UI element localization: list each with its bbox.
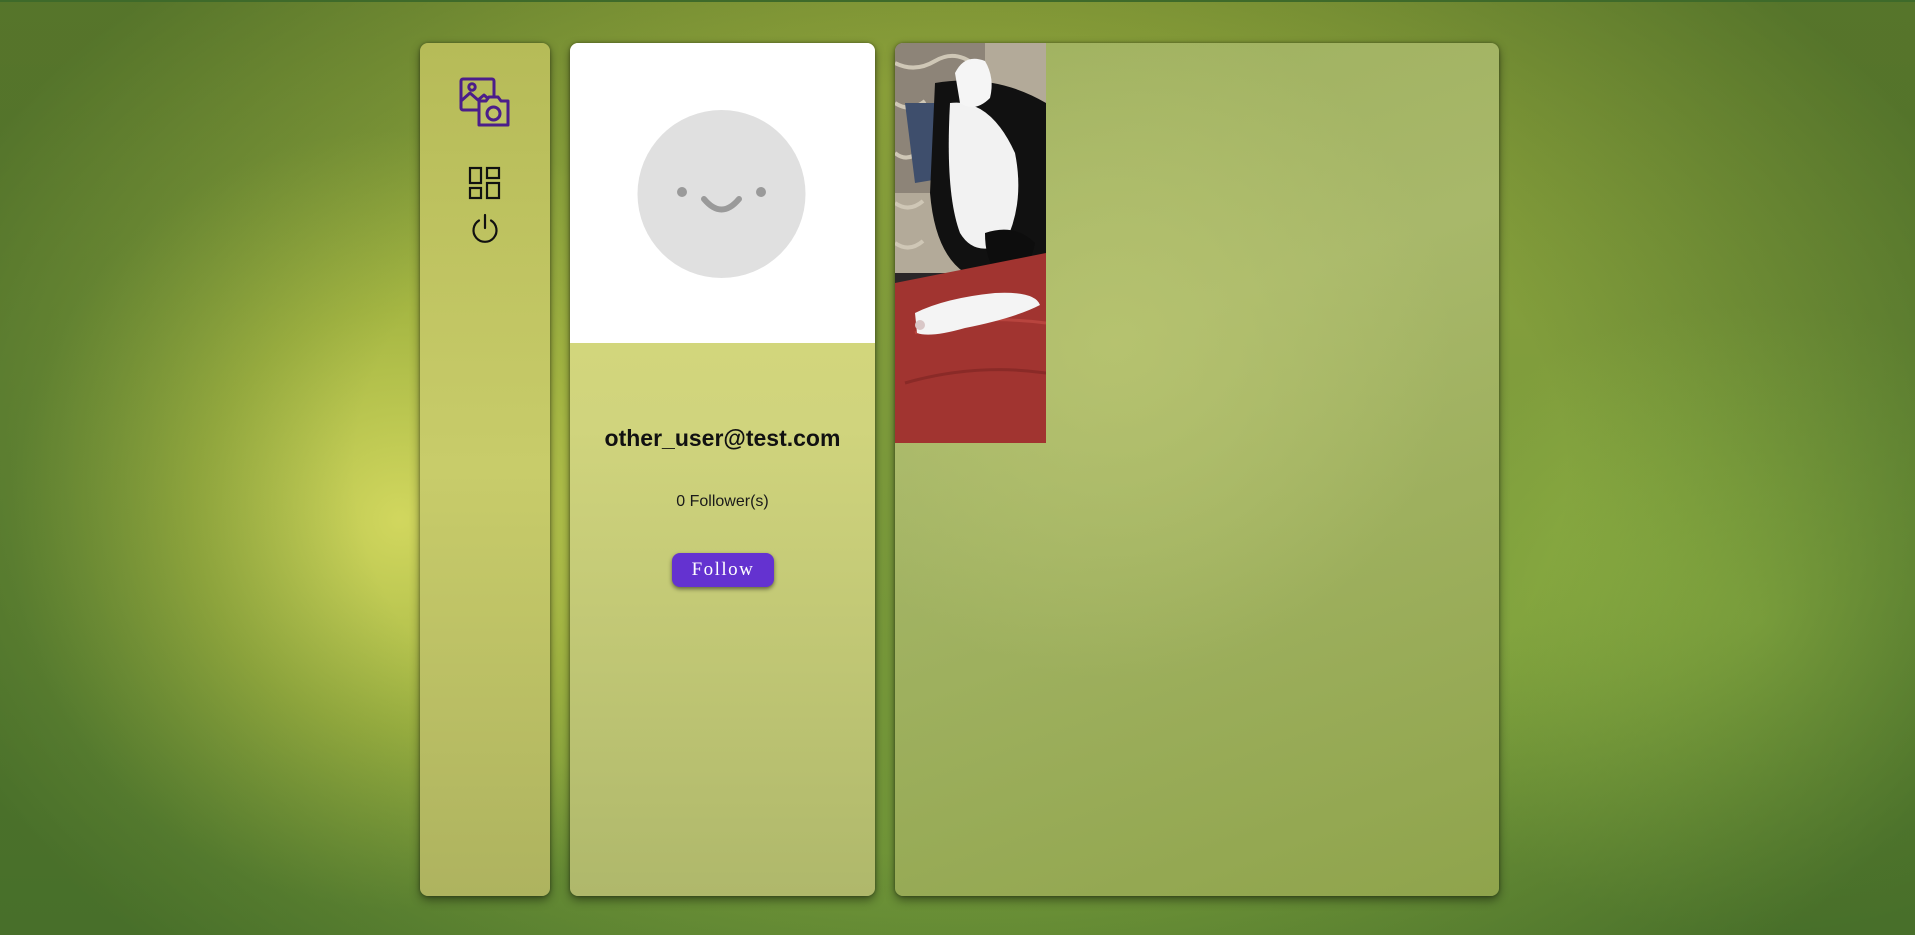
top-border — [0, 0, 1915, 2]
follow-button[interactable]: Follow — [672, 553, 774, 587]
profile-username: other_user@test.com — [604, 425, 841, 451]
dashboard-icon[interactable] — [468, 166, 502, 200]
power-icon[interactable] — [468, 212, 502, 246]
profile-panel: other_user@test.com 0 Follower(s) Follow — [570, 43, 875, 896]
cat-photo[interactable] — [895, 43, 1046, 443]
followers-count: 0 Follower(s) — [676, 493, 769, 510]
avatar — [637, 110, 806, 278]
avatar-area — [570, 43, 875, 343]
photos-camera-logo-icon[interactable] — [459, 77, 512, 129]
gallery-panel — [895, 43, 1499, 896]
